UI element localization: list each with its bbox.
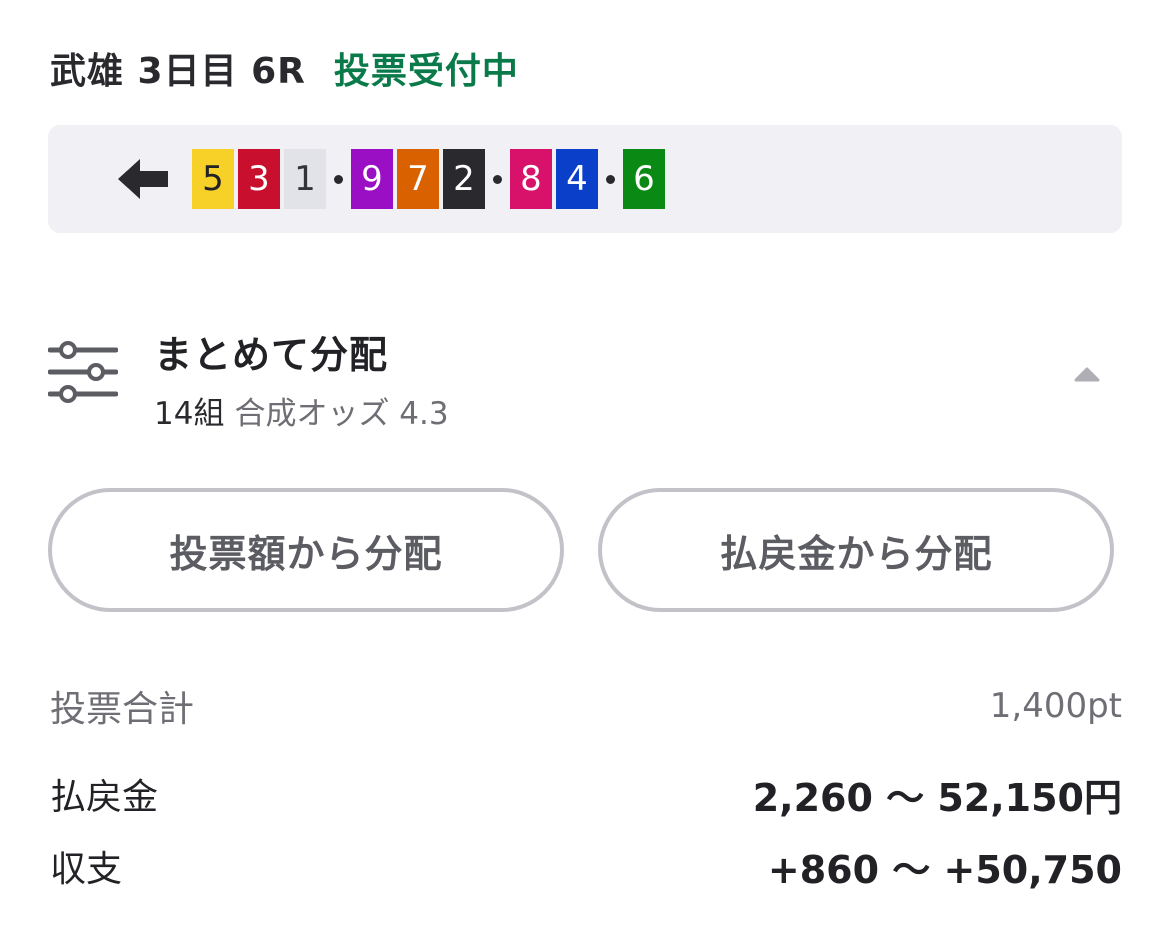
bulk-distribution-section[interactable]: まとめて分配 14組 合成オッズ 4.3	[48, 318, 1122, 432]
balance-row: 収支 +860 〜 +50,750	[50, 838, 1122, 894]
group-separator	[493, 174, 502, 184]
caret-up-icon[interactable]	[1074, 366, 1100, 382]
group-separator	[334, 174, 343, 184]
bet-total-value: 1,400pt	[989, 686, 1122, 726]
payout-row: 払戻金 2,260 〜 52,150円	[50, 766, 1122, 822]
balance-label: 収支	[50, 849, 123, 890]
distribute-by-payout-button[interactable]: 払戻金から分配	[598, 488, 1114, 612]
number-chip: 7	[397, 149, 439, 209]
group-separator	[606, 174, 615, 184]
combined-odds: 合成オッズ 4.3	[234, 396, 449, 432]
bet-total-row: 投票合計 1,400pt	[50, 678, 1122, 734]
number-chip: 8	[510, 149, 552, 209]
section-subtitle: 14組 合成オッズ 4.3	[154, 388, 449, 433]
arrow-left-icon[interactable]	[118, 159, 170, 199]
distribute-by-bet-amount-button[interactable]: 投票額から分配	[48, 488, 564, 612]
balance-value: +860 〜 +50,750	[767, 847, 1122, 892]
number-chip: 9	[351, 149, 393, 209]
section-title: まとめて分配	[154, 333, 389, 377]
number-chip: 2	[443, 149, 485, 209]
payout-value: 2,260 〜 52,150円	[752, 775, 1122, 820]
number-chip: 5	[192, 149, 234, 209]
sliders-icon	[48, 341, 118, 403]
combination-bar: 531972846	[48, 125, 1122, 233]
number-chip: 6	[623, 149, 665, 209]
bet-total-label: 投票合計	[50, 689, 195, 730]
combination-count: 14組	[154, 396, 225, 432]
number-chip: 3	[238, 149, 280, 209]
payout-label: 払戻金	[50, 777, 159, 818]
number-chip: 4	[556, 149, 598, 209]
number-chip: 1	[284, 149, 326, 209]
race-status: 投票受付中	[333, 51, 519, 92]
combination-chips: 531972846	[192, 149, 669, 209]
race-header: 武雄 3日目 6R 投票受付中	[50, 40, 519, 96]
race-name: 武雄 3日目 6R	[50, 51, 306, 92]
